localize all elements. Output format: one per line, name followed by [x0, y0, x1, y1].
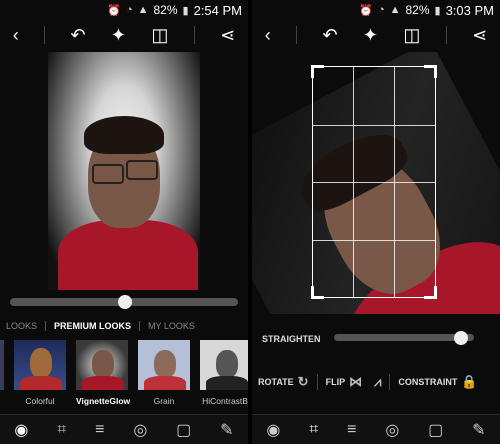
battery-percent: 82% — [153, 3, 178, 17]
undo-icon[interactable]: ↶ — [322, 25, 337, 46]
lock-icon[interactable]: 🔒 — [461, 374, 477, 390]
eye-icon[interactable]: ◎ — [385, 420, 399, 440]
crop-tools: ROTATE ↻ FLIP ⋈ ⩘ CONSTRAINT 🔒 — [258, 374, 500, 390]
toolbar-divider — [445, 26, 447, 44]
frame-icon[interactable]: ▢ — [176, 420, 191, 440]
auto-fix-icon[interactable]: ✦ — [111, 25, 126, 46]
tab-divider — [139, 321, 141, 331]
bottom-nav: ◉ ⌗ ≡ ◎ ▢ ✎ — [252, 414, 500, 444]
red-shirt — [58, 220, 198, 290]
tab-divider — [45, 321, 47, 331]
looks-icon[interactable]: ◉ — [14, 420, 28, 440]
photo-preview — [48, 52, 200, 290]
clock: 2:54 PM — [193, 2, 242, 18]
clock: 3:03 PM — [445, 2, 494, 18]
auto-fix-icon[interactable]: ✦ — [363, 25, 378, 46]
eye-icon[interactable]: ◎ — [133, 420, 147, 440]
adjust-icon[interactable]: ≡ — [95, 421, 104, 439]
wifi-icon: ◔ — [125, 4, 133, 16]
grid-line — [313, 182, 435, 183]
status-bar: ⏰ ◔ ▲ 82% ▮ 3:03 PM — [252, 0, 500, 20]
wifi-icon: ◔ — [377, 4, 385, 16]
straighten-slider-thumb[interactable] — [454, 331, 468, 345]
rotate-icon[interactable]: ↻ — [298, 374, 309, 390]
top-toolbar: ‹ ↶ ✦ ◫ ⋖ — [0, 22, 248, 48]
share-icon[interactable]: ⋖ — [220, 25, 235, 46]
look-label: HiContrastBl — [202, 396, 248, 406]
heal-icon[interactable]: ✎ — [472, 420, 485, 440]
look-thumbnail — [0, 340, 4, 390]
straighten-label: STRAIGHTEN — [262, 334, 321, 344]
tab-premium-looks[interactable]: PREMIUM LOOKS — [54, 321, 131, 331]
battery-icon: ▮ — [182, 4, 189, 17]
tab-looks[interactable]: LOOKS — [6, 321, 37, 331]
status-bar: ⏰ ◔ ▲ 82% ▮ 2:54 PM — [0, 0, 248, 20]
crop-canvas — [252, 52, 500, 314]
flip-label[interactable]: FLIP — [326, 377, 346, 387]
look-thumbnail — [138, 340, 190, 390]
looks-icon[interactable]: ◉ — [266, 420, 280, 440]
adjust-icon[interactable]: ≡ — [347, 421, 356, 439]
tab-my-looks[interactable]: MY LOOKS — [148, 321, 195, 331]
alarm-icon: ⏰ — [359, 4, 373, 17]
look-thumbnail — [200, 340, 248, 390]
hair — [84, 116, 164, 154]
constraint-label[interactable]: CONSTRAINT — [398, 377, 457, 387]
looks-carousel: Colorful VignetteGlow Grain HiContrastBl — [0, 340, 248, 406]
look-item[interactable]: VignetteGlow — [76, 340, 131, 406]
share-icon[interactable]: ⋖ — [472, 25, 487, 46]
top-toolbar: ‹ ↶ ✦ ◫ ⋖ — [252, 22, 500, 48]
right-screen: ⏰ ◔ ▲ 82% ▮ 3:03 PM ‹ ↶ ✦ ◫ ⋖ STRAIGHTEN… — [252, 0, 500, 444]
bottom-nav: ◉ ⌗ ≡ ◎ ▢ ✎ — [0, 414, 248, 444]
compare-icon[interactable]: ◫ — [151, 25, 168, 46]
battery-icon: ▮ — [434, 4, 441, 17]
intensity-slider-thumb[interactable] — [118, 295, 132, 309]
look-thumbnail — [76, 340, 128, 390]
crop-handle[interactable] — [311, 65, 324, 78]
back-icon[interactable]: ‹ — [265, 25, 271, 46]
look-label: Grain — [153, 396, 175, 406]
signal-icon: ▲ — [389, 4, 401, 16]
battery-percent: 82% — [405, 3, 430, 17]
grid-line — [313, 239, 435, 241]
look-item[interactable]: Colorful — [14, 340, 66, 406]
crop-icon[interactable]: ⌗ — [309, 421, 318, 439]
toolbar-divider — [296, 26, 298, 44]
glasses-right — [126, 160, 158, 180]
alarm-icon: ⏰ — [107, 4, 121, 17]
look-item[interactable]: HiContrastBl — [200, 340, 248, 406]
toolbar-divider — [44, 26, 46, 44]
grid-line — [313, 124, 435, 126]
frame-icon[interactable]: ▢ — [428, 420, 443, 440]
back-icon[interactable]: ‹ — [13, 25, 19, 46]
glasses-left — [92, 164, 124, 184]
crop-handle[interactable] — [311, 286, 324, 299]
crop-box[interactable] — [311, 65, 437, 299]
left-screen: ⏰ ◔ ▲ 82% ▮ 2:54 PM ‹ ↶ ✦ ◫ ⋖ LOOKS PREM… — [0, 0, 248, 444]
look-label: VignetteGlow — [76, 396, 131, 406]
signal-icon: ▲ — [137, 4, 149, 16]
look-item[interactable]: Grain — [138, 340, 190, 406]
flip-horizontal-icon[interactable]: ⋈ — [349, 374, 362, 390]
flip-vertical-icon[interactable]: ⩘ — [374, 374, 381, 390]
look-thumbnail — [14, 340, 66, 390]
looks-tabs: LOOKS PREMIUM LOOKS MY LOOKS — [0, 318, 248, 334]
tool-divider — [316, 374, 318, 390]
straighten-slider[interactable] — [334, 334, 474, 341]
heal-icon[interactable]: ✎ — [220, 420, 233, 440]
compare-icon[interactable]: ◫ — [403, 25, 420, 46]
crop-icon[interactable]: ⌗ — [57, 421, 66, 439]
tool-divider — [389, 374, 391, 390]
crop-handle[interactable] — [424, 65, 437, 78]
look-label: Colorful — [25, 396, 55, 406]
crop-handle[interactable] — [424, 286, 437, 299]
undo-icon[interactable]: ↶ — [70, 25, 85, 46]
rotate-label[interactable]: ROTATE — [258, 377, 294, 387]
toolbar-divider — [193, 26, 195, 44]
look-item[interactable] — [0, 340, 4, 404]
